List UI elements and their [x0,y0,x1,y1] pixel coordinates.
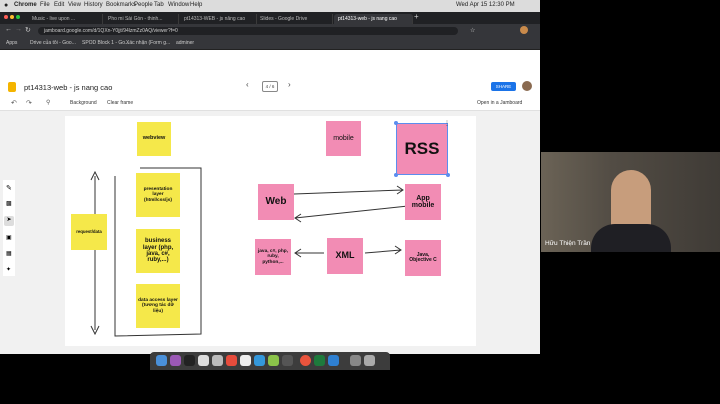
notes-icon[interactable] [240,355,251,366]
web-to-app-arrow [293,185,404,195]
sticky-note-icon[interactable]: ▣ [6,234,12,241]
redo-icon[interactable]: ↷ [26,99,32,107]
profile-avatar[interactable] [520,26,528,34]
note-business-layer[interactable]: business layer (php, java, c#, ruby,...) [136,229,180,273]
vscode-icon[interactable] [328,355,339,366]
eraser-icon[interactable]: ▩ [6,200,12,207]
menu-tab[interactable]: Tab [154,2,164,8]
note-languages[interactable]: java, c#, php, ruby, python,... [255,239,291,275]
jamboard-toolbar: ↶ ↷ ⚲ Background Clear frame Open in a J… [0,96,540,111]
up-down-arrow [90,170,100,336]
close-window-icon[interactable] [4,15,8,19]
bookmark-spod[interactable]: SPOD Block 1 - Go... [82,40,129,46]
image-icon[interactable]: ▦ [6,250,12,257]
pen-icon[interactable]: ✎ [6,184,12,192]
mac-menubar: ● Chrome File Edit View History Bookmark… [0,0,540,12]
menu-file[interactable]: File [40,2,50,8]
laser-icon[interactable]: ✦ [6,266,11,273]
menu-help[interactable]: Help [190,2,202,8]
next-frame-icon[interactable]: › [288,80,291,89]
webcam-video: Hữu Thiện Trần [541,152,720,252]
star-icon[interactable]: ☆ [470,27,475,34]
back-icon[interactable]: ← [5,26,12,33]
share-button[interactable]: SHARE [491,82,516,91]
note-request-data[interactable]: request/data [71,214,107,250]
undo-icon[interactable]: ↶ [11,99,17,107]
jam-board[interactable]: webview presentation layer (html/css/js)… [65,116,476,346]
prev-frame-icon[interactable]: ‹ [246,80,249,89]
bookmarks-bar: Apps Drive của tôi - Goo... SPOD Block 1… [0,38,540,50]
chrome-icon[interactable] [300,355,311,366]
calendar-icon[interactable] [226,355,237,366]
note-rss[interactable]: RSS [396,123,448,175]
finder-icon[interactable] [156,355,167,366]
apple-icon[interactable]: ● [4,2,8,9]
maximize-window-icon[interactable] [16,15,20,19]
forward-icon[interactable]: → [15,26,22,33]
launchpad-icon[interactable] [198,355,209,366]
menu-people[interactable]: People [134,2,153,8]
new-tab-icon[interactable]: + [414,12,419,21]
note-webview[interactable]: webview [137,122,171,156]
zoom-icon[interactable]: ⚲ [46,99,50,106]
select-icon[interactable]: ➤ [4,216,14,226]
menu-bookmarks[interactable]: Bookmarks [106,2,136,8]
background-button[interactable]: Background [70,100,97,106]
participant-name: Hữu Thiện Trần [545,240,591,247]
bookmark-drive[interactable]: Drive của tôi - Goo... [30,40,76,46]
note-xml[interactable]: XML [327,238,363,274]
jamboard-logo-icon [8,82,16,92]
vim-icon[interactable] [268,355,279,366]
tab-strip: Music - live upon ... Pho mi Sài Gòn - t… [0,12,540,24]
clear-frame-button[interactable]: Clear frame [107,100,133,106]
folder-icon[interactable] [350,355,361,366]
app-store-icon[interactable] [254,355,265,366]
note-java-objective-c[interactable]: Java, Objective C [405,240,441,276]
menu-view[interactable]: View [68,2,81,8]
menubar-clock: Wed Apr 15 12:30 PM [456,2,515,8]
reload-icon[interactable]: ↻ [25,26,31,34]
tool-sidebar: ✎ ▩ ➤ ▣ ▦ ✦ [3,180,15,276]
address-row: ← → ↻ jamboard.google.com/d/1QXn-Y0jjt/9… [0,24,540,38]
resize-handle-icon[interactable] [446,173,450,177]
resize-handle-icon[interactable] [394,173,398,177]
note-data-access-layer[interactable]: data access layer (tương tác dữ liệu) [136,284,180,328]
bookmark-form[interactable]: Xác nhận (Form g... [126,40,170,46]
bookmark-apps[interactable]: Apps [6,40,17,46]
board-title[interactable]: pt14313-web - js nang cao [24,83,112,92]
bookmark-adminer[interactable]: adminer [176,40,194,46]
note-app-mobile[interactable]: App mobile [405,184,441,220]
account-avatar[interactable] [522,81,532,91]
note-presentation-layer[interactable]: presentation layer (html/css/js) [136,173,180,217]
minimize-window-icon[interactable] [10,15,14,19]
mac-dock [150,352,390,370]
tab-pt14313-web-active[interactable]: pt14313-web - js nang cao [334,14,413,24]
tab-slides[interactable]: Slides - Google Drive [256,14,333,24]
speaker-shirt [591,224,671,252]
url-input[interactable]: jamboard.google.com/d/1QXn-Y0jjt/94lzmZz… [38,27,458,35]
excel-icon[interactable] [314,355,325,366]
trash-icon[interactable] [364,355,375,366]
tab-music[interactable]: Music - live upon ... [28,14,103,24]
menu-chrome[interactable]: Chrome [14,2,37,8]
more-options-icon[interactable]: ⋮ [444,120,450,127]
open-in-jamboard-button[interactable]: Open in a Jamboard [477,100,522,106]
note-web[interactable]: Web [258,184,294,220]
podcast-icon[interactable] [170,355,181,366]
xml-right-arrow [364,245,402,255]
menu-edit[interactable]: Edit [54,2,64,8]
menu-window[interactable]: Window [168,2,189,8]
resize-handle-icon[interactable] [394,121,398,125]
app-to-web-arrow [294,205,409,223]
voice-memo-icon[interactable] [184,355,195,366]
tab-pho[interactable]: Pho mi Sài Gòn - thinh... [104,14,179,24]
xml-left-arrow [294,248,324,258]
menu-history[interactable]: History [84,2,103,8]
tab-pt14313-web-1[interactable]: pt14313-WEB - js nâng cao [180,14,257,24]
settings-icon[interactable] [212,355,223,366]
frame-indicator[interactable]: 4 / 6 [262,81,278,92]
note-mobile[interactable]: mobile [326,121,361,156]
terminal-icon[interactable] [282,355,293,366]
